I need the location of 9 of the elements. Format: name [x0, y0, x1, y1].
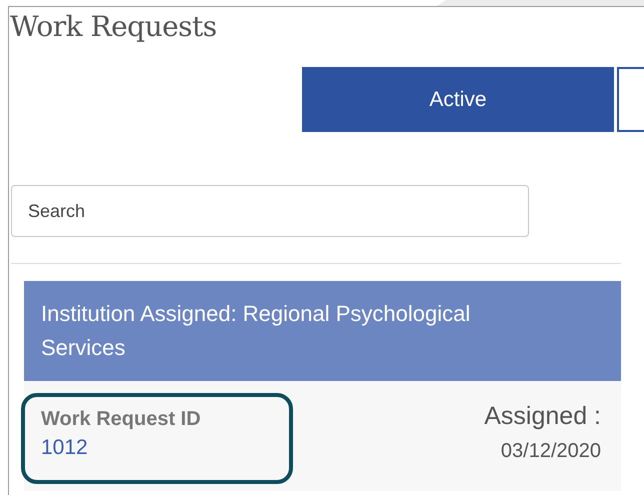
tab[interactable]: Active [302, 67, 614, 132]
request-id-link[interactable]: 1012 [41, 433, 88, 463]
search-field[interactable]: Search [11, 185, 529, 237]
page-title: Work Requests [9, 9, 218, 41]
group-header: Institution Assigned: Regional Psychological Services [24, 281, 621, 381]
tab-edge [617, 67, 644, 132]
assigned-label: Assigned : [484, 401, 601, 432]
assigned-date: 03/12/2020 [500, 439, 601, 464]
request-id-label: Work Request ID [41, 407, 202, 432]
